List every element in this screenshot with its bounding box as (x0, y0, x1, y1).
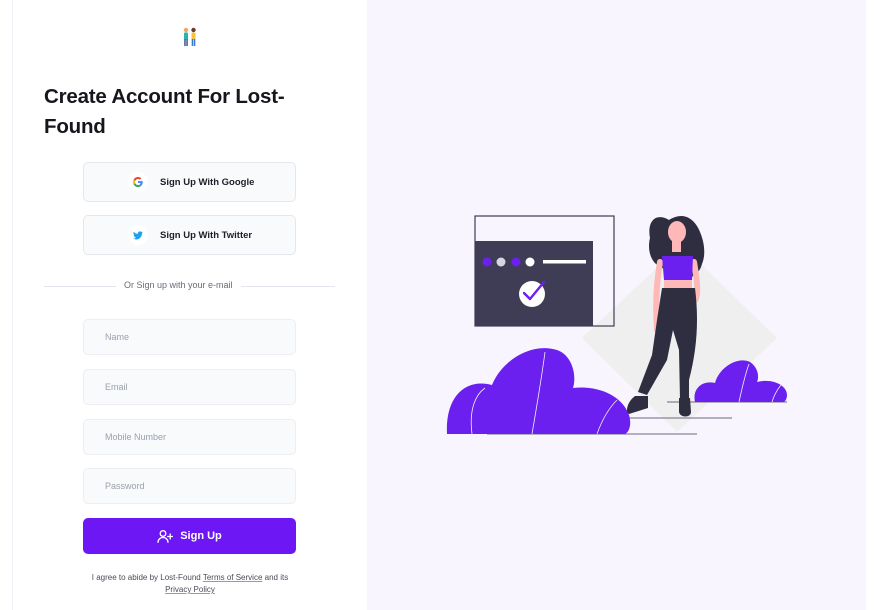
people-logo-icon (183, 27, 196, 46)
password-field[interactable] (83, 468, 296, 504)
twitter-signup-button[interactable]: Sign Up With Twitter (83, 215, 296, 255)
signup-illustration (446, 215, 787, 435)
mobile-number-field[interactable] (83, 419, 296, 455)
privacy-policy-link[interactable]: Privacy Policy (165, 585, 215, 594)
terms-middle: and its (264, 573, 289, 582)
divider-text: Or Sign up with your e-mail (116, 280, 241, 290)
google-signup-button[interactable]: Sign Up With Google (83, 162, 296, 202)
illustration-panel (367, 0, 866, 610)
name-field[interactable] (83, 319, 296, 355)
email-field[interactable] (83, 369, 296, 405)
twitter-icon (128, 225, 148, 245)
terms-text: I agree to abide by Lost-Found Terms of … (70, 572, 310, 596)
page-title: Create Account For Lost-Found (44, 85, 285, 138)
woman-top (662, 256, 693, 280)
twitter-signup-label: Sign Up With Twitter (160, 229, 253, 241)
signup-panel: Create Account For Lost-Found Sign Up Wi… (12, 0, 367, 610)
sign-up-label: Sign Up (180, 530, 222, 542)
user-plus-icon (157, 529, 174, 543)
google-signup-label: Sign Up With Google (160, 176, 255, 188)
terms-of-service-link[interactable]: Terms of Service (203, 573, 263, 582)
terms-prefix: I agree to abide by Lost-Found (91, 573, 201, 582)
sign-up-button[interactable]: Sign Up (83, 518, 296, 554)
google-icon (128, 172, 148, 192)
